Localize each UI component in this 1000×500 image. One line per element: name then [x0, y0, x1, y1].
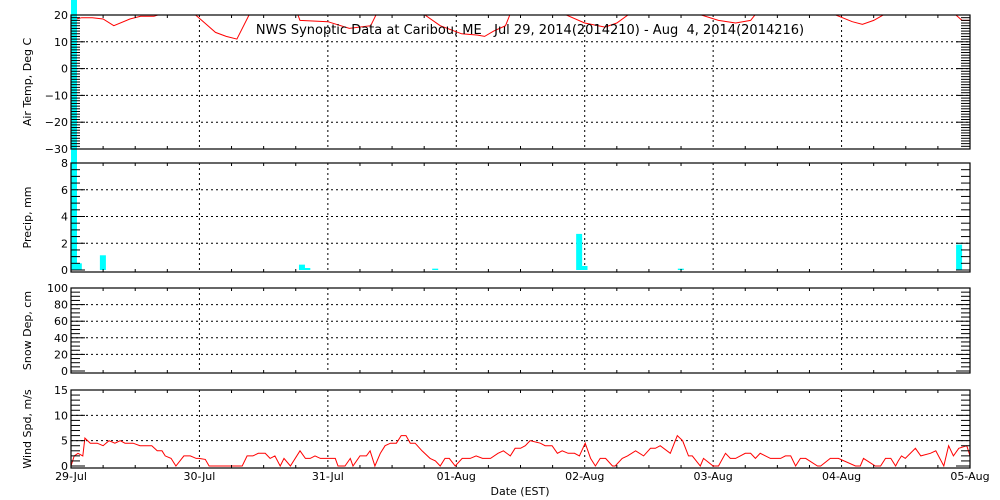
y-tick-label: 40	[54, 332, 68, 345]
y-tick-label: 100	[47, 282, 68, 295]
y-tick-label: 15	[54, 384, 68, 397]
x-tick-label: 04-Aug	[822, 470, 861, 483]
panel-frame	[70, 162, 971, 273]
precip-bar	[298, 264, 305, 270]
x-axis-label: Date (EST)	[490, 485, 549, 498]
x-tick-label: 02-Aug	[565, 470, 604, 483]
y-tick-label: 5	[61, 435, 68, 448]
y-tick-label: −10	[45, 89, 68, 102]
x-tick-label: 30-Jul	[183, 470, 215, 483]
y-axis-label: Wind Spd, m/s	[21, 389, 34, 469]
y-tick-label: 0	[61, 63, 68, 76]
y-tick-label: 6	[61, 184, 68, 197]
x-tick-label: 31-Jul	[312, 470, 344, 483]
chart-title: NWS Synoptic Data at Caribou, ME Jul 29,…	[256, 23, 804, 38]
y-tick-label: 0	[61, 264, 68, 277]
y-tick-label: 8	[61, 157, 68, 170]
grid-layer	[71, 15, 970, 468]
precip-bar	[304, 267, 311, 270]
y-axis-label: Precip, mm	[21, 187, 34, 249]
y-axis-label: Air Temp, Deg C	[21, 38, 34, 127]
precip-bar	[576, 233, 583, 270]
x-tick-label: 29-Jul	[55, 470, 87, 483]
y-tick-label: −20	[45, 116, 68, 129]
axes-layer: 20100−10−20−30Air Temp, Deg C86420Precip…	[21, 9, 990, 483]
precip-bar	[432, 268, 439, 270]
y-tick-label: 60	[54, 315, 68, 328]
y-tick-label: 4	[61, 211, 68, 224]
x-tick-label: 05-Aug	[950, 470, 989, 483]
x-tick-label: 01-Aug	[437, 470, 476, 483]
precip-bar	[99, 255, 106, 270]
nws-synoptic-chart: 20100−10−20−30Air Temp, Deg C86420Precip…	[21, 0, 990, 498]
precip-bar	[581, 265, 588, 270]
y-tick-label: 20	[54, 348, 68, 361]
y-tick-label: 10	[54, 409, 68, 422]
y-tick-label: 2	[61, 237, 68, 250]
y-tick-label: 80	[54, 299, 68, 312]
y-tick-label: 0	[61, 365, 68, 378]
y-tick-label: 10	[54, 36, 68, 49]
panel-frame	[70, 287, 971, 374]
data-layer	[71, 0, 970, 468]
y-tick-label: −30	[45, 143, 68, 156]
panel-frame	[70, 389, 971, 469]
y-axis-label: Snow Dep, cm	[21, 291, 34, 370]
precip-bar	[956, 244, 963, 270]
wind-speed-line	[71, 434, 970, 468]
y-tick-label: 20	[54, 9, 68, 22]
x-tick-label: 03-Aug	[694, 470, 733, 483]
precip-bar	[75, 263, 82, 270]
